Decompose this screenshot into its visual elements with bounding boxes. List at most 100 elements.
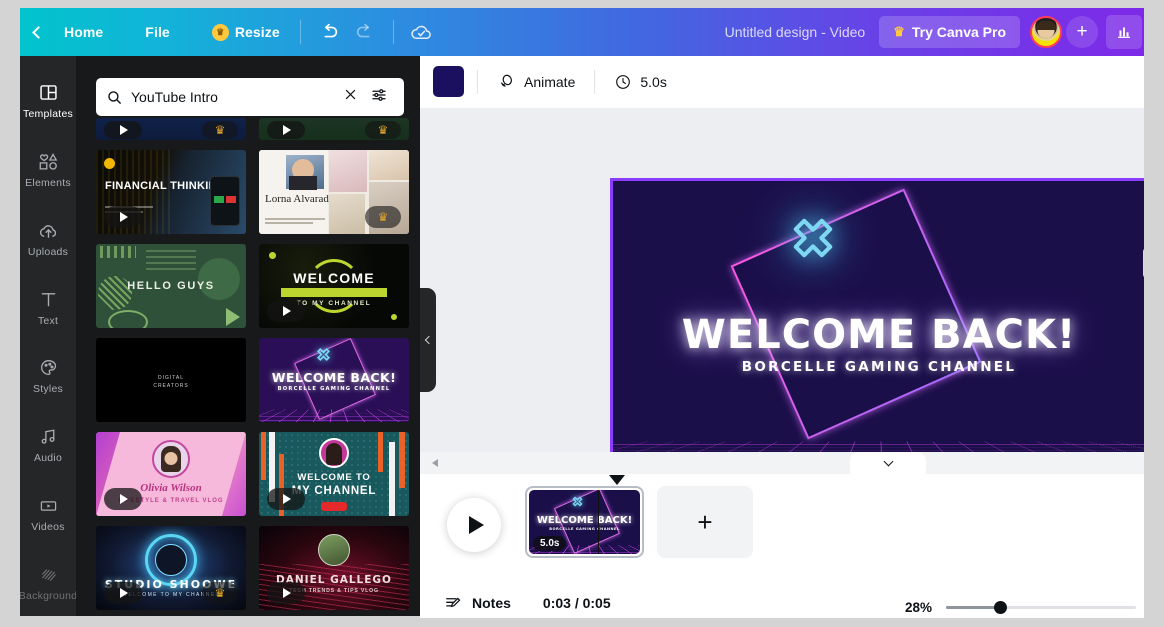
- sidebar-item-audio[interactable]: Audio: [20, 410, 76, 479]
- avatar[interactable]: [1030, 16, 1062, 48]
- template-card[interactable]: ♛: [259, 118, 409, 140]
- template-card[interactable]: WELCOME TO MY CHANNEL: [259, 244, 409, 328]
- back-button[interactable]: [20, 8, 54, 56]
- play-icon[interactable]: [104, 582, 142, 604]
- playhead-marker[interactable]: [609, 475, 625, 485]
- present-button[interactable]: [1106, 15, 1142, 49]
- sidebar-item-templates[interactable]: Templates: [20, 66, 76, 135]
- template-card[interactable]: Olivia Wilson LIFESTYLE & TRAVEL VLOG: [96, 432, 246, 516]
- time-code: 0:03 / 0:05: [542, 595, 611, 611]
- template-card[interactable]: STUDIO SHOOWE WELCOME TO MY CHANNEL ♛: [96, 526, 246, 610]
- play-icon[interactable]: [104, 121, 142, 139]
- redo-button[interactable]: [347, 15, 383, 49]
- canvas-toolbar-divider-2: [594, 69, 596, 94]
- sidebar-label-templates: Templates: [22, 108, 74, 121]
- animate-icon: [500, 74, 512, 87]
- audio-note-icon: [38, 424, 59, 447]
- sidebar-label-videos: Videos: [31, 520, 65, 533]
- template-card[interactable]: FINANCIAL THINKING: [96, 150, 246, 234]
- play-button[interactable]: [447, 498, 501, 552]
- sidebar-item-uploads[interactable]: Uploads: [20, 204, 76, 273]
- home-menu-item[interactable]: Home: [54, 18, 113, 46]
- color-swatch-button[interactable]: [433, 66, 464, 97]
- template-card[interactable]: HELLO GUYS: [96, 244, 246, 328]
- collapse-panel-button[interactable]: [420, 288, 436, 392]
- animate-button[interactable]: Animate: [491, 66, 581, 97]
- artboard-title[interactable]: WELCOME BACK!: [613, 312, 1144, 358]
- close-x-icon: [345, 89, 356, 100]
- page-thumbnail-card[interactable]: WELCOME BACK! BORCELLE GAMING CHANNEL 5.…: [525, 486, 644, 558]
- template-card[interactable]: DANIEL GALLEGO TECH TRENDS & TIPS VLOG: [259, 526, 409, 610]
- page-duration-badge[interactable]: 5.0s: [533, 536, 567, 551]
- page-thumb-subtitle: BORCELLE GAMING CHANNEL: [549, 527, 620, 531]
- page-thumb-title: WELCOME BACK!: [536, 515, 633, 526]
- sidebar-item-text[interactable]: Text: [20, 272, 76, 341]
- chevron-left-icon: [424, 335, 434, 345]
- toolbar-divider-1: [299, 20, 301, 44]
- search-input[interactable]: [123, 89, 337, 105]
- redo-icon: [356, 23, 370, 38]
- notes-label: Notes: [472, 595, 511, 611]
- template-card[interactable]: DIGITAL CREATORS: [96, 338, 246, 422]
- present-bar-chart-icon: [1118, 27, 1130, 38]
- template-card[interactable]: ♛: [96, 118, 246, 140]
- sidebar-label-text: Text: [37, 314, 59, 327]
- template-card[interactable]: WELCOME TO MY CHANNEL: [259, 432, 409, 516]
- template-card[interactable]: Lorna Alvarado ♛: [259, 150, 409, 234]
- template-card[interactable]: WELCOME BACK! BORCELLE GAMING CHANNEL: [259, 338, 409, 422]
- template-title: HELLO GUYS: [127, 280, 215, 292]
- duration-label: 5.0s: [640, 73, 667, 90]
- videos-play-icon: [37, 493, 60, 516]
- sidebar-item-elements[interactable]: Elements: [20, 135, 76, 204]
- elements-icon: [37, 149, 60, 172]
- neon-x-icon[interactable]: [789, 214, 837, 262]
- home-label: Home: [64, 24, 104, 40]
- sidebar-item-styles[interactable]: Styles: [20, 341, 76, 410]
- file-menu-item[interactable]: File: [135, 18, 180, 46]
- artboard-subtitle[interactable]: BORCELLE GAMING CHANNEL: [613, 359, 1144, 375]
- play-icon[interactable]: [267, 300, 305, 322]
- sidebar-item-videos[interactable]: Videos: [20, 479, 76, 548]
- clear-search-button[interactable]: [337, 87, 364, 107]
- filter-button[interactable]: [364, 86, 394, 109]
- notes-icon: [446, 597, 461, 607]
- chevron-left-small-icon[interactable]: [432, 459, 438, 467]
- cloud-saved-button[interactable]: [404, 15, 440, 49]
- file-label: File: [145, 24, 170, 40]
- notes-button[interactable]: Notes: [444, 594, 511, 613]
- zoom-slider-knob[interactable]: [994, 600, 1007, 614]
- sidebar-label-elements: Elements: [25, 177, 71, 190]
- zoom-slider[interactable]: [946, 599, 1136, 615]
- play-icon[interactable]: [267, 582, 305, 604]
- clock-icon: [616, 74, 631, 89]
- play-icon[interactable]: [267, 488, 305, 510]
- template-title: WELCOME: [293, 270, 375, 286]
- zoom-slider-fill: [946, 605, 999, 609]
- chevron-down-icon: [883, 456, 893, 466]
- artboard[interactable]: WELCOME BACK! BORCELLE GAMING CHANNEL: [610, 178, 1144, 452]
- sidebar-item-background[interactable]: Background: [20, 547, 76, 616]
- pro-crown-icon: ♛: [365, 206, 401, 228]
- play-icon[interactable]: [267, 121, 305, 139]
- neon-grid-floor: [613, 441, 1144, 452]
- undo-button[interactable]: [311, 15, 347, 49]
- template-results-list[interactable]: ♛ ♛ FINANCIAL THINKING Lorna Alvarado ♛ …: [96, 118, 412, 616]
- add-page-button[interactable]: +: [657, 486, 753, 558]
- crown-icon: ♛: [211, 23, 229, 41]
- play-icon[interactable]: [104, 488, 142, 510]
- document-title[interactable]: Untitled design - Video: [725, 24, 866, 40]
- play-icon[interactable]: [104, 206, 142, 228]
- pro-label: Try Canva Pro: [911, 24, 1006, 40]
- canvas-stage[interactable]: WELCOME BACK! BORCELLE GAMING CHANNEL: [420, 108, 1144, 452]
- add-collaborator-button[interactable]: +: [1066, 16, 1098, 48]
- search-bar[interactable]: [96, 78, 404, 116]
- sidebar-label-uploads: Uploads: [27, 245, 69, 258]
- canvas-toolbar-divider-1: [477, 69, 478, 94]
- duration-button[interactable]: 5.0s: [608, 67, 672, 97]
- chevron-left-icon: [32, 25, 45, 39]
- zoom-percent-label: 28%: [904, 599, 932, 615]
- timeline-collapse-tab[interactable]: [850, 452, 926, 474]
- resize-button[interactable]: ♛ Resize: [202, 18, 290, 47]
- try-canva-pro-button[interactable]: ♛ Try Canva Pro: [879, 16, 1020, 48]
- canvas-area: Animate 5.0s WELCOME BACK! BORCELLE GAMI…: [420, 56, 1144, 452]
